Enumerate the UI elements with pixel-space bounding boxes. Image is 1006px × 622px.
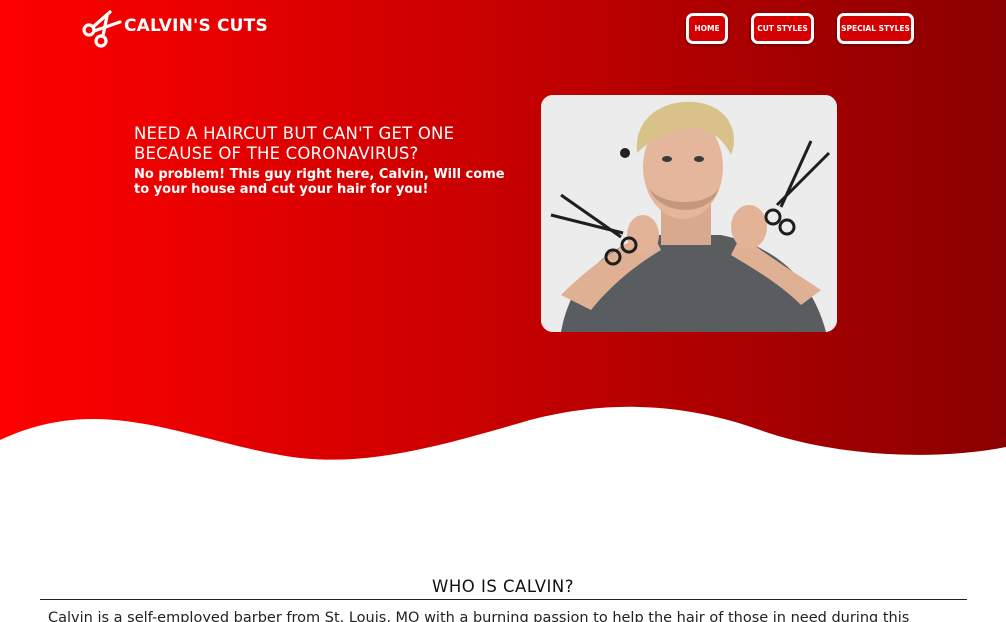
nav-home-button[interactable]: HOME	[686, 13, 728, 44]
hero-photo	[541, 95, 837, 332]
hero-headline: NEED A HAIRCUT BUT CAN'T GET ONE BECAUSE…	[134, 124, 455, 163]
brand-name: CALVIN'S CUTS	[124, 16, 268, 36]
barber-photo-illustration	[541, 95, 837, 332]
page: CALVIN'S CUTS HOME CUT STYLES SPECIAL ST…	[0, 0, 1006, 622]
about-body: Calvin is a self-employed barber from St…	[48, 610, 910, 622]
about-heading: WHO IS CALVIN?	[432, 577, 574, 596]
about-divider	[40, 599, 967, 600]
hero-section: CALVIN'S CUTS HOME CUT STYLES SPECIAL ST…	[0, 0, 1006, 470]
scissors-icon	[82, 10, 122, 48]
brand-logo[interactable]: CALVIN'S CUTS	[80, 8, 268, 50]
hero-wave-background	[0, 0, 1006, 460]
nav-cut-styles-button[interactable]: CUT STYLES	[751, 13, 814, 44]
hero-subline: No problem! This guy right here, Calvin,…	[134, 167, 505, 197]
nav-special-styles-button[interactable]: SPECIAL STYLES	[837, 13, 914, 44]
